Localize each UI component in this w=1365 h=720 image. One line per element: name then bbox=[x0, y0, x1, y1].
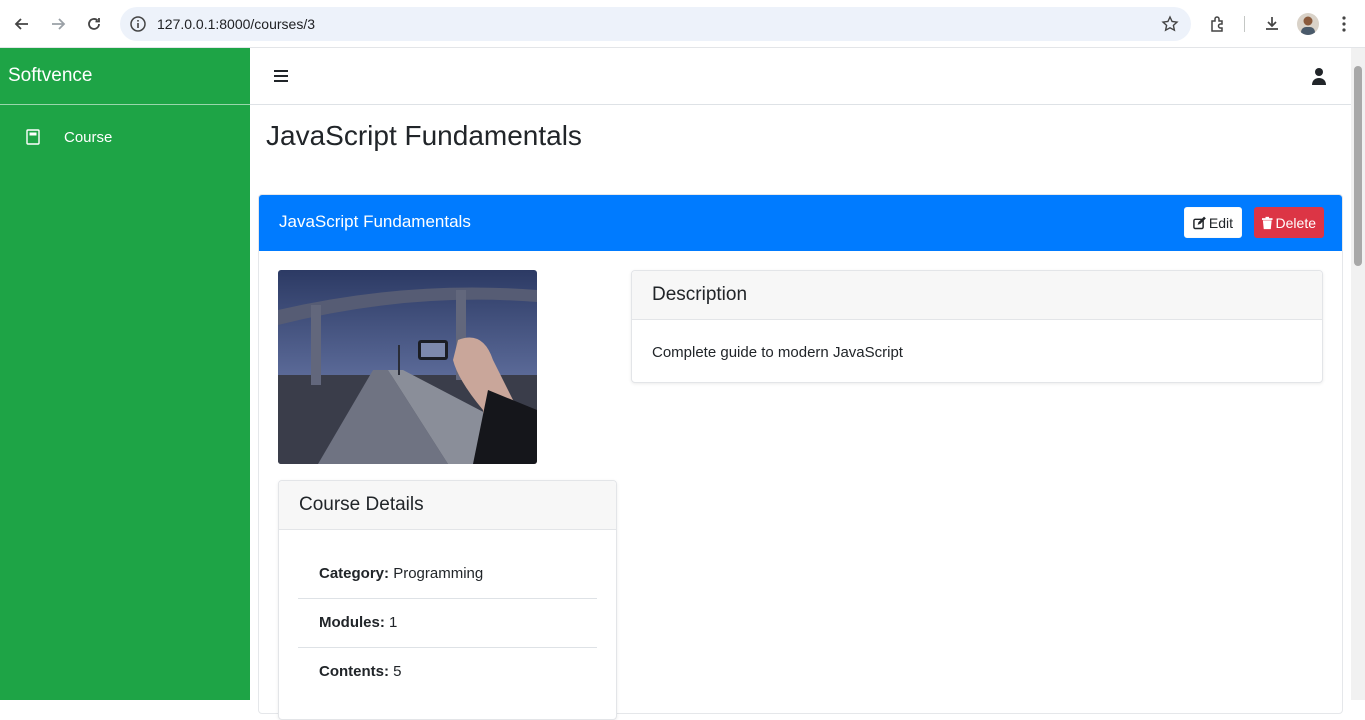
course-card-title: JavaScript Fundamentals bbox=[279, 212, 471, 231]
site-info-icon[interactable] bbox=[129, 15, 147, 33]
description-heading: Description bbox=[632, 271, 1322, 320]
puzzle-icon bbox=[1211, 16, 1223, 32]
arrow-right-icon bbox=[52, 18, 66, 30]
page-scrollbar[interactable] bbox=[1351, 48, 1365, 700]
reload-button[interactable] bbox=[82, 12, 106, 36]
detail-value: Programming bbox=[393, 565, 484, 582]
description-card: Description Complete guide to modern Jav… bbox=[631, 270, 1323, 383]
hamburger-menu-icon[interactable] bbox=[273, 68, 289, 84]
sidebar-item-course[interactable]: Course bbox=[0, 105, 250, 169]
detail-value: 1 bbox=[389, 614, 398, 631]
course-thumbnail bbox=[278, 270, 537, 464]
delete-button[interactable]: Delete bbox=[1254, 207, 1324, 238]
course-details-list: Category: Programming Modules: 1 Content… bbox=[298, 550, 597, 697]
detail-key: Contents: bbox=[319, 663, 394, 680]
scrollbar-thumb[interactable] bbox=[1354, 66, 1362, 266]
browser-toolbar: 127.0.0.1:8000/courses/3 bbox=[0, 0, 1365, 48]
top-navbar bbox=[250, 48, 1351, 105]
edit-button[interactable]: Edit bbox=[1184, 207, 1242, 238]
download-icon bbox=[1266, 17, 1278, 30]
detail-row-contents: Contents: 5 bbox=[298, 648, 597, 697]
user-icon[interactable] bbox=[1311, 67, 1327, 85]
detail-key: Category: bbox=[319, 565, 394, 582]
detail-row-category: Category: Programming bbox=[298, 550, 597, 599]
edit-icon bbox=[1193, 216, 1206, 229]
kebab-menu-icon bbox=[1342, 16, 1346, 32]
back-button[interactable] bbox=[10, 12, 34, 36]
extensions-button[interactable] bbox=[1206, 12, 1230, 36]
downloads-button[interactable] bbox=[1260, 12, 1284, 36]
profile-avatar[interactable] bbox=[1297, 13, 1319, 35]
course-details-heading: Course Details bbox=[279, 481, 616, 530]
url-text[interactable]: 127.0.0.1:8000/courses/3 bbox=[157, 16, 315, 32]
reload-icon bbox=[88, 18, 100, 30]
description-text: Complete guide to modern JavaScript bbox=[652, 344, 903, 361]
book-icon bbox=[26, 129, 40, 145]
edit-button-label: Edit bbox=[1208, 214, 1233, 231]
brand-logo[interactable]: Softvence bbox=[0, 48, 250, 105]
course-card-header: JavaScript Fundamentals Edit Delete bbox=[259, 195, 1342, 251]
person-avatar-icon bbox=[1301, 16, 1315, 35]
arrow-left-icon bbox=[14, 18, 28, 30]
address-bar[interactable]: 127.0.0.1:8000/courses/3 bbox=[120, 7, 1191, 41]
chrome-menu-button[interactable] bbox=[1332, 12, 1356, 36]
detail-value: 5 bbox=[393, 663, 402, 680]
trash-icon bbox=[1262, 216, 1273, 229]
bookmark-star-icon[interactable] bbox=[1161, 15, 1179, 33]
detail-key: Modules: bbox=[319, 614, 389, 631]
course-photo-image bbox=[278, 270, 537, 464]
delete-button-label: Delete bbox=[1275, 214, 1316, 231]
sidebar-item-label: Course bbox=[64, 128, 113, 146]
sidebar: Softvence Course bbox=[0, 48, 250, 700]
toolbar-divider bbox=[1244, 16, 1245, 32]
page-title: JavaScript Fundamentals bbox=[266, 120, 582, 151]
detail-row-modules: Modules: 1 bbox=[298, 599, 597, 648]
forward-button[interactable] bbox=[46, 12, 70, 36]
course-details-card: Course Details Category: Programming Mod… bbox=[278, 480, 617, 720]
